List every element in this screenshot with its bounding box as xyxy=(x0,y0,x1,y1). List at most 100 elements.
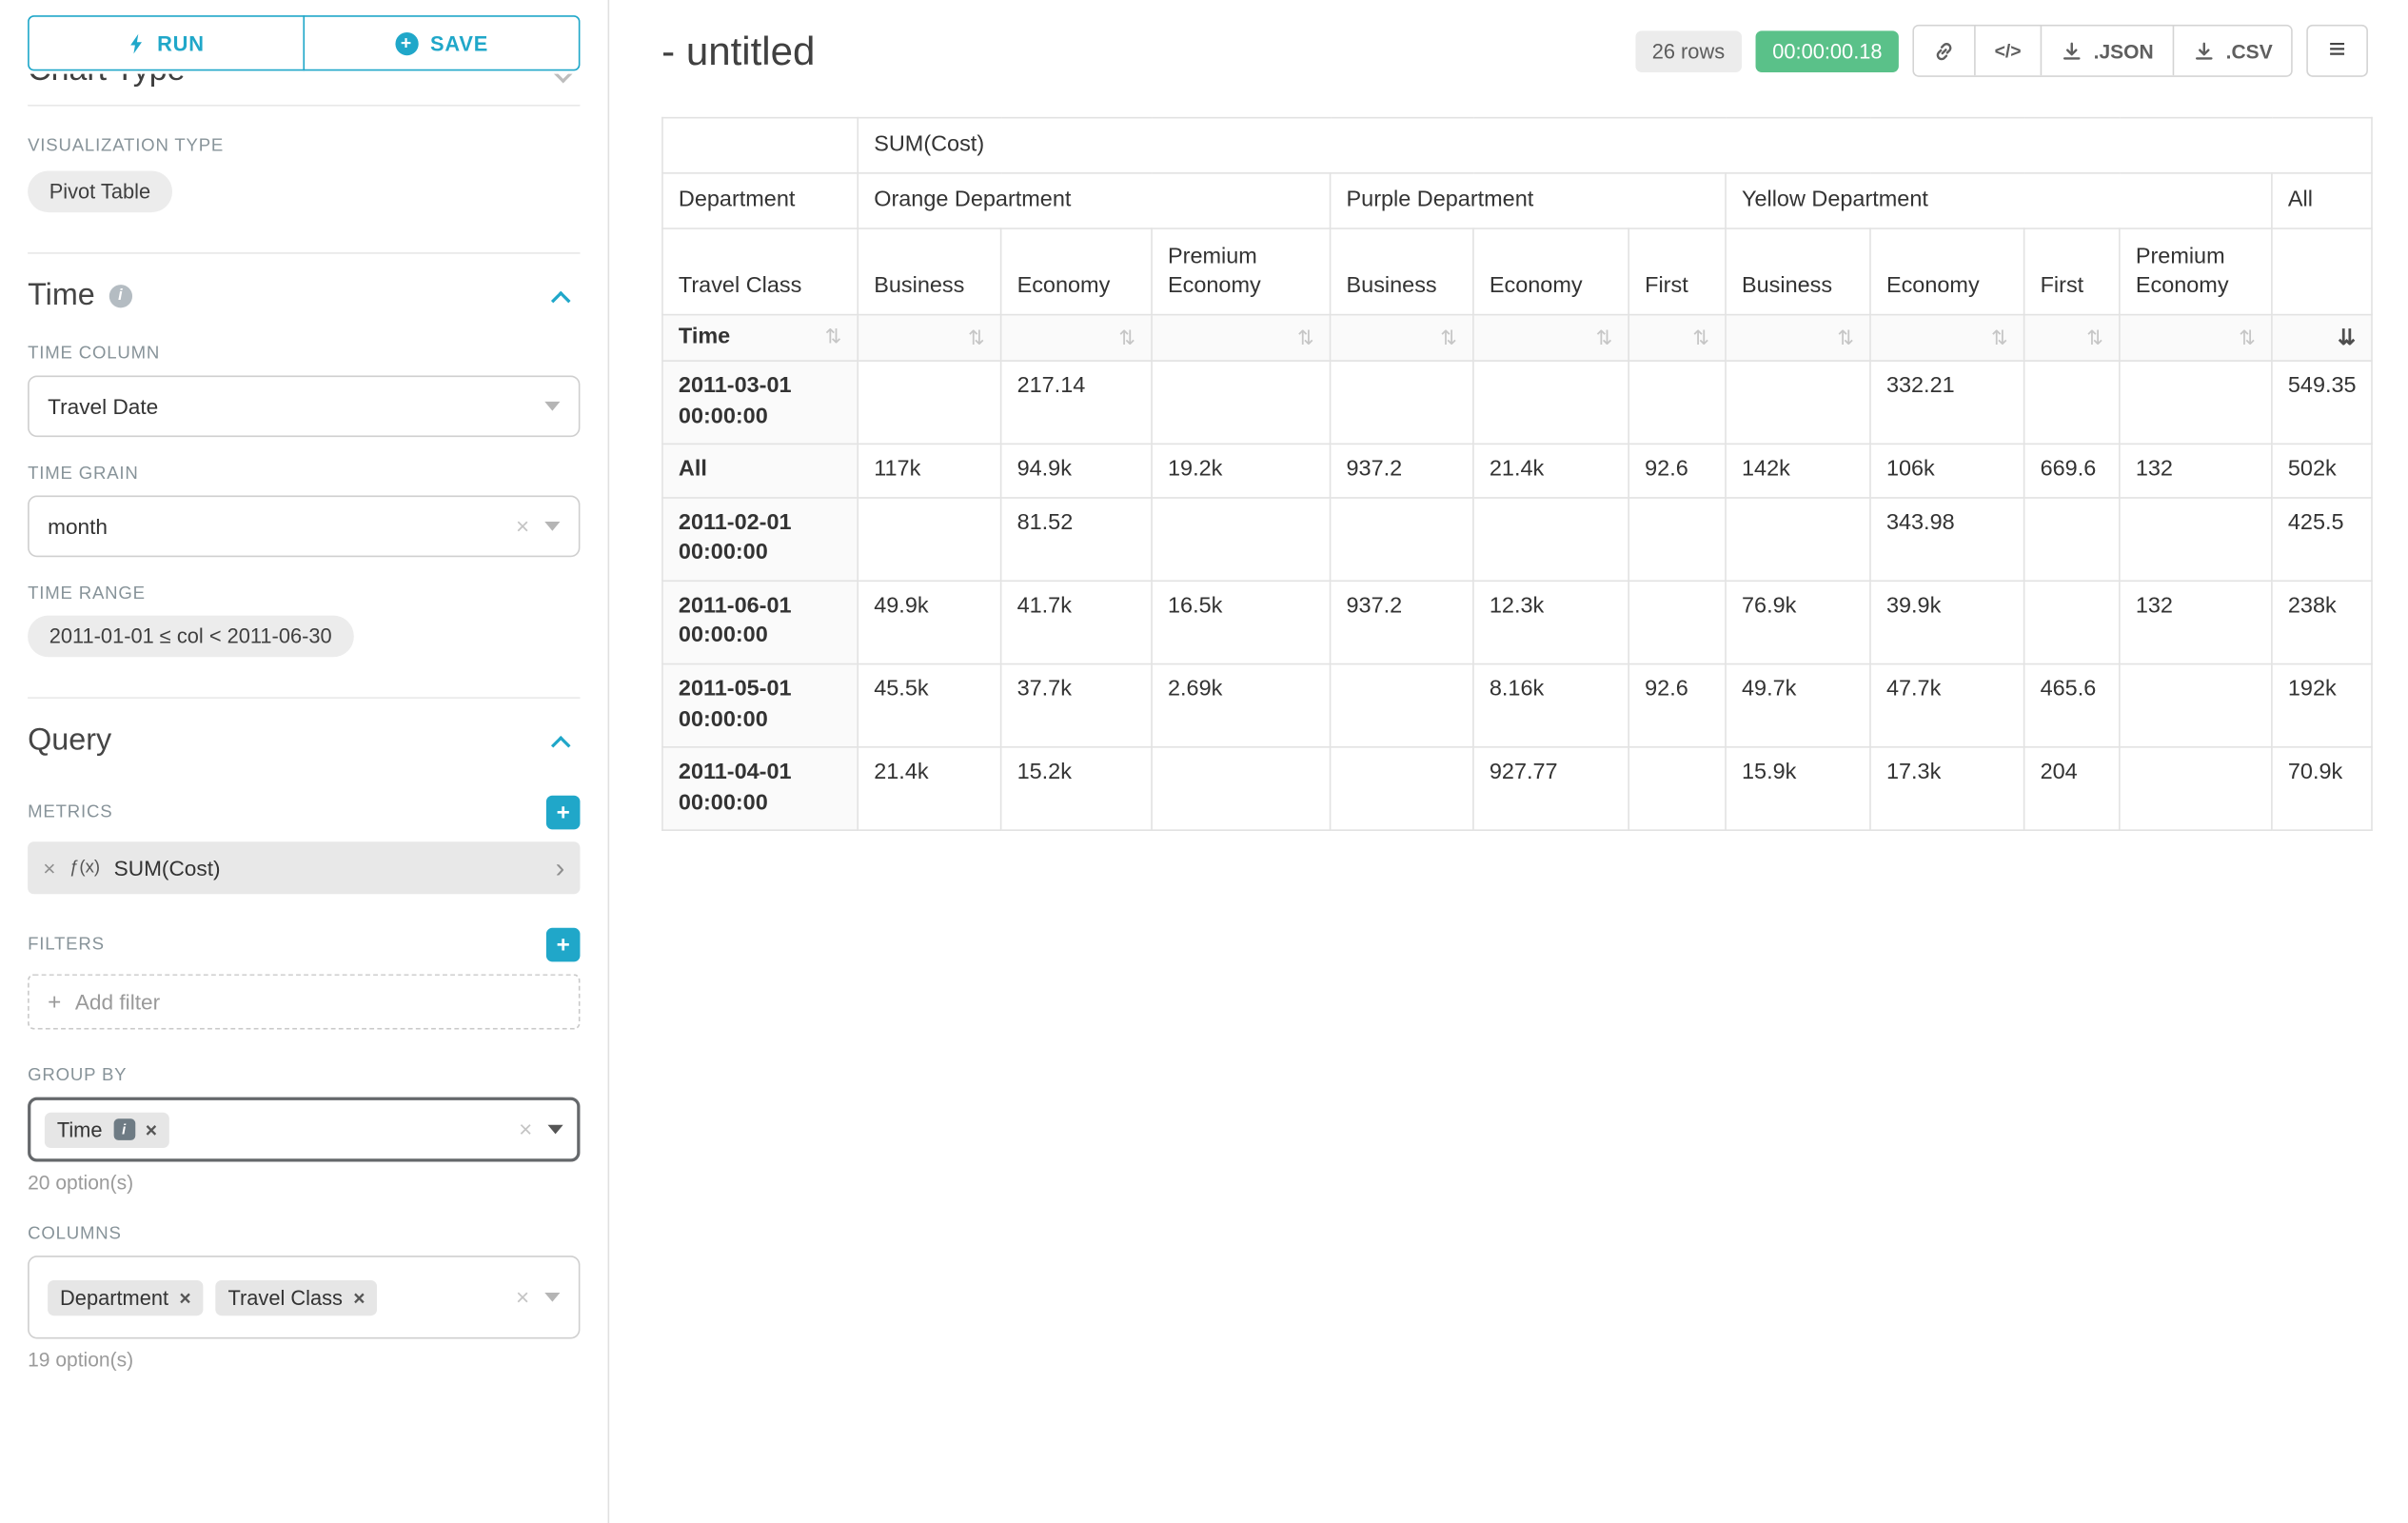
sort-header-cell[interactable]: ⇊ xyxy=(2272,315,2372,361)
more-options-button[interactable]: ≡ xyxy=(2306,25,2368,77)
value-cell xyxy=(2024,361,2120,444)
view-query-button[interactable]: </> xyxy=(1975,26,2040,75)
time-range-label: TIME RANGE xyxy=(28,584,580,603)
chart-header: - untitled 26 rows 00:00:00.18 </> xyxy=(661,25,2368,77)
export-csv-button[interactable]: .CSV xyxy=(2172,26,2291,75)
group-by-label: GROUP BY xyxy=(28,1066,580,1084)
time-row-label: Time xyxy=(679,323,730,353)
sort-icon[interactable]: ⇅ xyxy=(1596,325,1613,351)
plus-circle-icon: + xyxy=(395,31,418,54)
sort-header-cell[interactable]: ⇅ xyxy=(1001,315,1152,361)
chevron-right-icon[interactable]: › xyxy=(556,854,565,881)
remove-tag-icon[interactable]: × xyxy=(146,1118,157,1140)
time-column-select[interactable]: Travel Date xyxy=(28,375,580,437)
download-icon xyxy=(2192,39,2215,62)
sort-icon[interactable]: ⇅ xyxy=(1692,325,1709,351)
chevron-down-icon xyxy=(552,74,574,84)
short-link-button[interactable] xyxy=(1915,26,1975,75)
explore-view: RUN + SAVE Chart Type VISUALIZATION TYPE… xyxy=(0,0,2408,1523)
divider xyxy=(28,252,580,254)
sort-icon[interactable]: ⇅ xyxy=(2239,325,2256,351)
chart-toolbar: 26 rows 00:00:00.18 </> xyxy=(1635,25,2368,77)
time-grain-label: TIME GRAIN xyxy=(28,465,580,483)
value-cell: 106k xyxy=(1870,445,2024,498)
select-tag-department[interactable]: Department× xyxy=(48,1279,204,1315)
department-group-cell: Purple Department xyxy=(1331,173,1726,228)
divider xyxy=(28,697,580,699)
add-filter-field[interactable]: + Add filter xyxy=(28,974,580,1029)
department-group-cell: Yellow Department xyxy=(1726,173,2272,228)
travel-class-cell: Economy xyxy=(1001,228,1152,315)
export-csv-label: .CSV xyxy=(2226,39,2273,62)
metric-option[interactable]: × ƒ(x) SUM(Cost) › xyxy=(28,841,580,894)
remove-metric-icon[interactable]: × xyxy=(43,856,55,880)
sort-header-cell[interactable]: ⇅ xyxy=(1152,315,1331,361)
value-cell xyxy=(1628,747,1726,830)
group-by-select[interactable]: Timei× × xyxy=(28,1098,580,1162)
value-cell: 502k xyxy=(2272,445,2372,498)
value-cell: 21.4k xyxy=(1473,445,1628,498)
sort-icon[interactable]: ⇅ xyxy=(968,325,985,351)
group-by-options-hint: 20 option(s) xyxy=(28,1171,580,1194)
time-section-header[interactable]: Time i xyxy=(28,279,580,314)
value-cell: 132 xyxy=(2120,581,2272,663)
row-header-cell: 2011-04-01 00:00:00 xyxy=(662,747,858,830)
time-range-pill[interactable]: 2011-01-01 ≤ col < 2011-06-30 xyxy=(28,616,353,658)
clear-icon[interactable]: × xyxy=(519,1117,532,1142)
sort-header-cell[interactable]: ⇅ xyxy=(2120,315,2272,361)
sort-icon[interactable]: ⇅ xyxy=(1297,325,1314,351)
value-cell: 2.69k xyxy=(1152,663,1331,746)
download-icon xyxy=(2060,39,2082,62)
sort-desc-icon[interactable]: ⇊ xyxy=(2338,324,2356,353)
value-cell: 45.5k xyxy=(858,663,1000,746)
time-grain-select[interactable]: month × xyxy=(28,496,580,558)
sort-header-cell[interactable]: ⇅ xyxy=(858,315,1000,361)
sort-header-cell[interactable]: ⇅ xyxy=(1870,315,2024,361)
sort-header-cell[interactable]: ⇅ xyxy=(1628,315,1726,361)
value-cell: 669.6 xyxy=(2024,445,2120,498)
query-section-header[interactable]: Query xyxy=(28,723,580,759)
sort-header-cell[interactable]: ⇅ xyxy=(1473,315,1628,361)
clear-icon[interactable]: × xyxy=(516,1284,529,1310)
sort-icon[interactable]: ⇅ xyxy=(1118,325,1135,351)
row-header-cell: 2011-06-01 00:00:00 xyxy=(662,581,858,663)
select-tag-travel-class[interactable]: Travel Class× xyxy=(216,1279,378,1315)
value-cell xyxy=(1152,497,1331,580)
value-cell: 37.7k xyxy=(1001,663,1152,746)
sort-icon[interactable]: ⇅ xyxy=(825,323,842,349)
select-tag-time[interactable]: Timei× xyxy=(45,1112,169,1147)
run-button[interactable]: RUN xyxy=(28,15,305,70)
chevron-up-icon[interactable] xyxy=(551,290,571,310)
sort-icon[interactable]: ⇅ xyxy=(2086,325,2103,351)
sort-header-cell[interactable]: ⇅ xyxy=(1331,315,1473,361)
time-column-value: Travel Date xyxy=(48,394,158,419)
sort-icon[interactable]: ⇅ xyxy=(1440,325,1457,351)
value-cell: 132 xyxy=(2120,445,2272,498)
sort-icon[interactable]: ⇅ xyxy=(1991,325,2008,351)
remove-tag-icon[interactable]: × xyxy=(353,1286,365,1309)
sort-header-cell[interactable]: ⇅ xyxy=(1726,315,1870,361)
value-cell xyxy=(1628,581,1726,663)
value-cell: 142k xyxy=(1726,445,1870,498)
visualization-type-pill[interactable]: Pivot Table xyxy=(28,170,172,212)
sort-header-cell[interactable]: ⇅ xyxy=(2024,315,2120,361)
clear-icon[interactable]: × xyxy=(516,513,529,539)
add-filter-button[interactable]: + xyxy=(546,928,581,962)
function-icon: ƒ(x) xyxy=(69,859,100,877)
metric-header-cell: SUM(Cost) xyxy=(858,118,2372,173)
value-cell: 465.6 xyxy=(2024,663,2120,746)
save-button[interactable]: + SAVE xyxy=(303,15,580,70)
time-sort-header[interactable]: Time ⇅ xyxy=(662,315,858,361)
value-cell: 937.2 xyxy=(1331,445,1473,498)
code-icon: </> xyxy=(1995,40,2022,62)
add-metric-button[interactable]: + xyxy=(546,796,581,830)
remove-tag-icon[interactable]: × xyxy=(179,1286,190,1309)
sort-icon[interactable]: ⇅ xyxy=(1837,325,1854,351)
export-json-button[interactable]: .JSON xyxy=(2040,26,2172,75)
chevron-up-icon[interactable] xyxy=(551,735,571,755)
value-cell xyxy=(1331,497,1473,580)
chart-title: - untitled xyxy=(661,27,815,74)
caret-down-icon xyxy=(544,1293,560,1302)
caret-down-icon xyxy=(544,402,560,411)
columns-select[interactable]: Department× Travel Class× × xyxy=(28,1256,580,1338)
